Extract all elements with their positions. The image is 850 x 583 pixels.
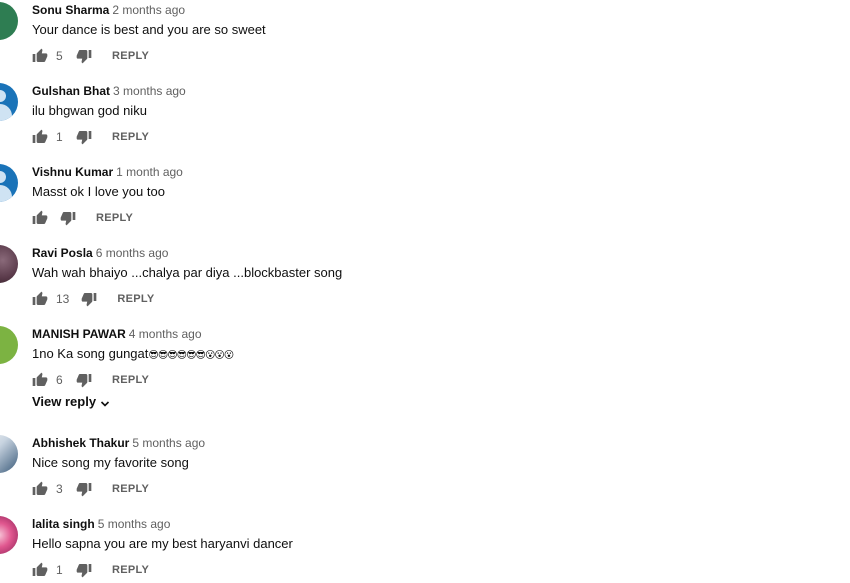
comment-text-body: 1no Ka song gungat: [32, 346, 149, 361]
thumbs-down-icon[interactable]: [76, 481, 92, 497]
comment-header: Ravi Posla 6 months ago: [32, 245, 168, 261]
avatar[interactable]: [0, 83, 18, 121]
comment-actions: REPLY: [32, 209, 133, 227]
thumbs-down-icon[interactable]: [76, 562, 92, 578]
thumbs-up-icon[interactable]: [32, 562, 48, 578]
reply-button[interactable]: REPLY: [112, 131, 149, 143]
like-count: 6: [56, 373, 63, 387]
like-count: 1: [56, 563, 63, 577]
comment-header: Gulshan Bhat 3 months ago: [32, 83, 186, 99]
avatar[interactable]: [0, 2, 18, 40]
comment-text: Nice song my favorite song: [32, 455, 189, 470]
comment-actions: 6 REPLY: [32, 371, 149, 389]
thumbs-down-icon[interactable]: [76, 48, 92, 64]
reply-button[interactable]: REPLY: [112, 564, 149, 576]
comment-header: Vishnu Kumar 1 month ago: [32, 164, 183, 180]
avatar[interactable]: [0, 516, 18, 554]
thumbs-down-icon[interactable]: [76, 372, 92, 388]
chevron-down-icon: [100, 397, 110, 407]
comment-text: Masst ok I love you too: [32, 184, 165, 199]
comment-text: Wah wah bhaiyo ...chalya par diya ...blo…: [32, 265, 343, 280]
comment-author[interactable]: lalita singh: [32, 517, 95, 531]
avatar-head: [0, 90, 6, 102]
avatar[interactable]: [0, 326, 18, 364]
comment-author[interactable]: Sonu Sharma: [32, 3, 109, 17]
reply-button[interactable]: REPLY: [117, 293, 154, 305]
thumbs-down-icon[interactable]: [60, 210, 76, 226]
thumbs-up-icon[interactable]: [32, 291, 48, 307]
like-count: 1: [56, 130, 63, 144]
comment-actions: 3 REPLY: [32, 480, 149, 498]
comment-time[interactable]: 6 months ago: [96, 246, 169, 260]
reply-button[interactable]: REPLY: [112, 483, 149, 495]
comment-time[interactable]: 4 months ago: [129, 327, 202, 341]
reply-button[interactable]: REPLY: [96, 212, 133, 224]
comment-emoji: 😎😎😎😎😎😎😮😮😮: [148, 350, 234, 361]
view-reply-button[interactable]: View reply: [32, 394, 110, 409]
comment-header: MANISH PAWAR 4 months ago: [32, 326, 202, 342]
comment-text: Your dance is best and you are so sweet: [32, 22, 266, 37]
comment-author[interactable]: Gulshan Bhat: [32, 84, 110, 98]
thumbs-up-icon[interactable]: [32, 129, 48, 145]
avatar[interactable]: [0, 245, 18, 283]
like-count: 5: [56, 49, 63, 63]
avatar-body: [0, 185, 12, 202]
thumbs-up-icon[interactable]: [32, 481, 48, 497]
comment-actions: 13 REPLY: [32, 290, 155, 308]
thumbs-up-icon[interactable]: [32, 210, 48, 226]
comment-actions: 5 REPLY: [32, 47, 149, 65]
comment-time[interactable]: 2 months ago: [112, 3, 185, 17]
avatar-body: [0, 104, 12, 121]
comment-actions: 1 REPLY: [32, 561, 149, 579]
thumbs-up-icon[interactable]: [32, 48, 48, 64]
comment-header: Abhishek Thakur 5 months ago: [32, 435, 205, 451]
reply-button[interactable]: REPLY: [112, 50, 149, 62]
comment-header: Sonu Sharma 2 months ago: [32, 2, 185, 18]
like-count: 13: [56, 292, 70, 306]
comment-author[interactable]: Ravi Posla: [32, 246, 93, 260]
comment-time[interactable]: 5 months ago: [98, 517, 171, 531]
comment-time[interactable]: 1 month ago: [116, 165, 183, 179]
thumbs-up-icon[interactable]: [32, 372, 48, 388]
comment-time[interactable]: 3 months ago: [113, 84, 186, 98]
comment-author[interactable]: MANISH PAWAR: [32, 327, 126, 341]
like-count: 3: [56, 482, 63, 496]
reply-button[interactable]: REPLY: [112, 374, 149, 386]
comment-text: 1no Ka song gungat😎😎😎😎😎😎😮😮😮: [32, 345, 234, 365]
view-reply-label: View reply: [32, 394, 97, 409]
thumbs-down-icon[interactable]: [76, 129, 92, 145]
comment-time[interactable]: 5 months ago: [132, 436, 205, 450]
comment-header: lalita singh 5 months ago: [32, 516, 170, 532]
avatar[interactable]: [0, 164, 18, 202]
comment-actions: 1 REPLY: [32, 128, 149, 146]
comment-text: ilu bhgwan god niku: [32, 103, 147, 118]
avatar-head: [0, 171, 6, 183]
comment-author[interactable]: Abhishek Thakur: [32, 436, 129, 450]
avatar[interactable]: [0, 435, 18, 473]
comment-author[interactable]: Vishnu Kumar: [32, 165, 113, 179]
comment-text: Hello sapna you are my best haryanvi dan…: [32, 536, 293, 551]
thumbs-down-icon[interactable]: [81, 291, 97, 307]
